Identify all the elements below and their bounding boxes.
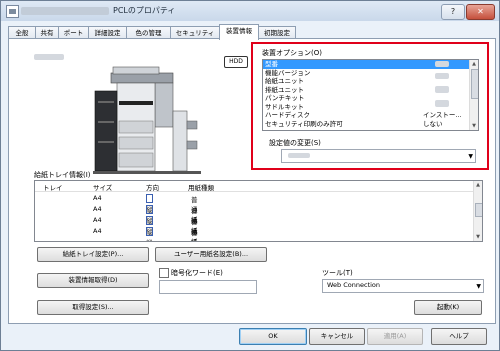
tray-info-table[interactable]: トレイ サイズ 方向 用紙種類 A4 縦 普通紙 A4 縦 普通紙 A4 縦 普… [34, 180, 483, 242]
help-button[interactable]: ヘルプ [431, 328, 487, 345]
close-icon[interactable]: ✕ [466, 4, 495, 20]
properties-window: PCLのプロパティ ? ✕ 全般 共有 ポート 詳細設定 色の管理 セキュリティ… [0, 0, 500, 351]
scroll-down-icon[interactable]: ▼ [474, 233, 482, 241]
portrait-icon [146, 227, 153, 236]
col-header-paper-type: 用紙種類 [188, 184, 214, 192]
value-redacted [435, 100, 449, 107]
title-bar[interactable]: PCLのプロパティ ? ✕ [1, 1, 499, 21]
scroll-up-icon[interactable]: ▲ [474, 181, 482, 189]
option-name: 型番 [265, 60, 278, 68]
printer-image [93, 66, 201, 174]
portrait-icon [146, 194, 153, 203]
option-name: 排紙ユニット [265, 85, 304, 94]
tray-scrollbar[interactable]: ▲ ▼ [473, 181, 482, 241]
tool-label: ツール(T) [322, 269, 353, 277]
scroll-up-icon[interactable]: ▲ [470, 60, 478, 68]
option-name: 給紙ユニット [265, 77, 304, 85]
option-value: インストー... [423, 111, 462, 119]
cell-size: A4 [93, 194, 102, 202]
options-list[interactable]: 型番 機能バージョン 給紙ユニット 排紙ユニット パンチキット サドルキット ハ… [262, 59, 479, 131]
encryption-word-field[interactable] [159, 280, 257, 294]
cell-size: A4 [93, 216, 102, 224]
list-item[interactable]: ハードディスク インストー... [263, 111, 478, 120]
option-name: セキュリティ印刷のみ許可 [265, 119, 343, 128]
device-info-panel: HDD 装置オプション(O) 型番 機能バージョン 給紙ユニット 排紙ユニット … [8, 38, 496, 324]
chevron-down-icon: ▼ [468, 153, 473, 160]
chevron-down-icon: ▼ [476, 283, 481, 290]
scroll-thumb[interactable] [471, 69, 478, 99]
encryption-label: 暗号化ワード(E) [171, 269, 223, 277]
get-device-info-button[interactable]: 装置情報取得(D) [37, 273, 149, 288]
tray-info-label: 給紙トレイ情報(I) [34, 171, 91, 179]
tray-settings-button[interactable]: 給紙トレイ設定(P)... [37, 247, 149, 262]
value-redacted [435, 73, 449, 79]
option-name: 機能バージョン [265, 68, 311, 77]
direction-text: 縦 [146, 239, 153, 241]
value-redacted [288, 153, 310, 158]
option-name: ハードディスク [265, 111, 311, 119]
hdd-label: HDD [229, 58, 243, 65]
help-icon[interactable]: ? [441, 4, 465, 20]
options-label: 装置オプション(O) [262, 49, 322, 57]
scroll-thumb[interactable] [475, 203, 482, 217]
cancel-button[interactable]: キャンセル [309, 328, 365, 345]
cell-size: A4 [93, 205, 102, 213]
window-title: PCLのプロパティ [113, 6, 176, 15]
hdd-icon: HDD [224, 56, 248, 68]
launch-button[interactable]: 起動(K) [414, 300, 482, 315]
col-header-size: サイズ [93, 184, 113, 192]
col-header-tray: トレイ [43, 184, 63, 192]
encryption-checkbox[interactable] [159, 268, 169, 278]
apply-button[interactable]: 適用(A) [367, 328, 423, 345]
tool-select[interactable]: Web Connection ▼ [322, 279, 484, 293]
printer-icon [6, 5, 19, 18]
user-paper-name-button[interactable]: ユーザー用紙名設定(B)... [155, 247, 267, 262]
tab-device-info[interactable]: 装置情報 [219, 24, 259, 40]
portrait-icon [146, 205, 153, 214]
setting-value-select[interactable]: ▼ [281, 149, 476, 163]
setting-change-label: 設定値の変更(S) [269, 139, 321, 147]
option-name: サドルキット [265, 102, 304, 111]
cell-paper-type: 普通紙 [191, 229, 198, 241]
cell-size: A4 [93, 227, 102, 235]
value-redacted [435, 86, 449, 93]
list-item[interactable]: セキュリティ印刷のみ許可 しない [263, 120, 478, 129]
portrait-icon [146, 216, 153, 225]
option-value: しない [423, 119, 443, 128]
cell-direction: 縦 [146, 227, 154, 241]
options-scrollbar[interactable]: ▲ ▼ [469, 60, 478, 130]
ok-button[interactable]: OK [239, 328, 307, 345]
tool-value: Web Connection [327, 281, 381, 289]
option-name: パンチキット [265, 94, 305, 102]
scroll-down-icon[interactable]: ▼ [470, 122, 478, 130]
table-header: トレイ サイズ 方向 用紙種類 [35, 181, 473, 192]
model-name-redacted [34, 54, 64, 60]
get-settings-button[interactable]: 取得設定(S)... [37, 300, 149, 315]
value-redacted [435, 61, 449, 67]
printer-name-redacted [21, 7, 109, 15]
col-header-direction: 方向 [146, 184, 159, 192]
